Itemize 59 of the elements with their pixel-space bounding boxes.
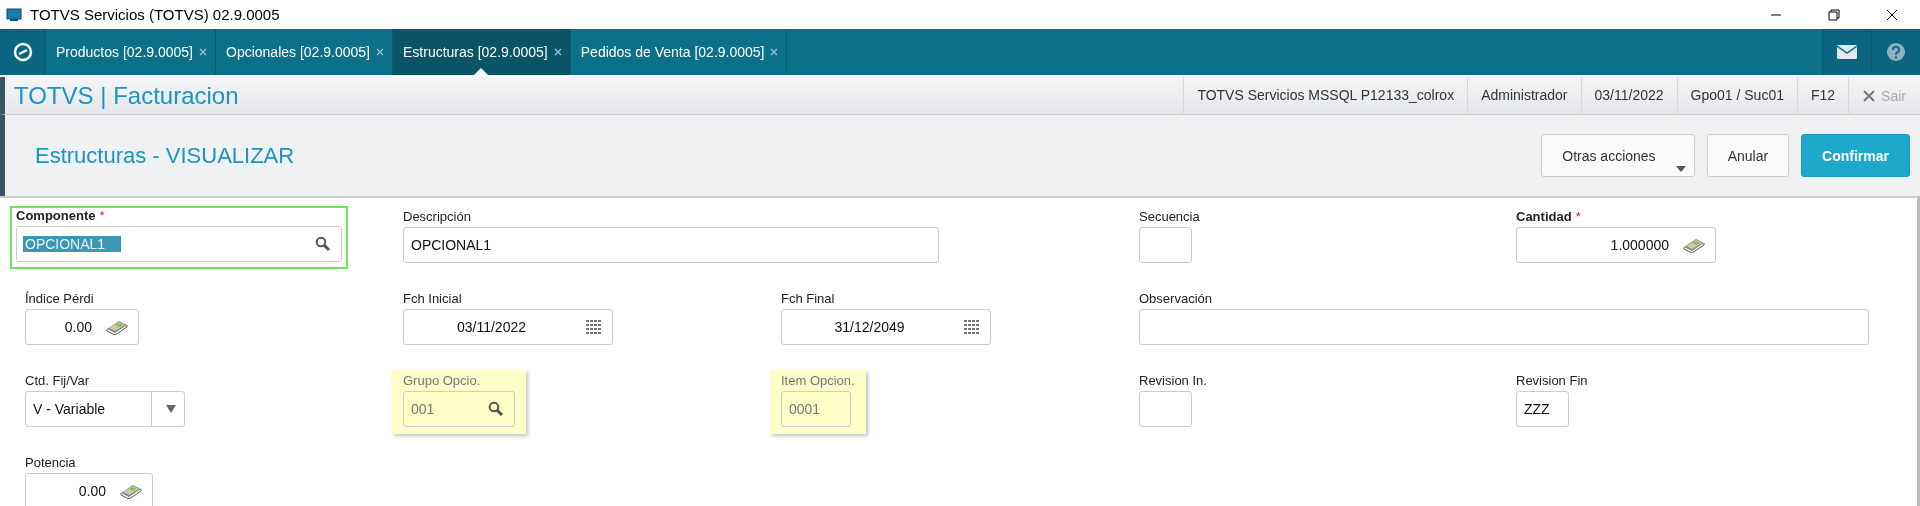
calendar-icon[interactable] <box>964 320 980 334</box>
input-field[interactable]: 0.00 <box>25 309 139 345</box>
input-field[interactable]: ZZZ <box>1516 391 1569 427</box>
action-button[interactable]: Otras acciones <box>1541 134 1695 177</box>
search-icon[interactable] <box>488 401 504 417</box>
app-icon <box>6 6 22 23</box>
money-icon[interactable] <box>1683 237 1705 253</box>
field-label: Item Opcion. <box>781 373 855 388</box>
field-label: Fch Inicial <box>403 291 462 306</box>
header-info: F12 <box>1796 77 1849 114</box>
input-field[interactable]: 03/11/2022 <box>403 309 613 345</box>
required-mark: * <box>99 208 105 223</box>
input-field[interactable]: 0.00 <box>25 473 153 506</box>
page-title: Estructuras - VISUALIZAR <box>34 142 295 169</box>
pointer-icon <box>474 68 489 75</box>
field-label: Revision Fin <box>1516 373 1588 388</box>
field-label: Ctd. Fij/Var <box>25 373 90 388</box>
input-field[interactable] <box>1139 227 1192 263</box>
input-field[interactable] <box>1139 309 1869 345</box>
input-field[interactable]: OPCIONAL1 <box>403 227 939 263</box>
required-mark: * <box>1575 209 1581 224</box>
money-icon[interactable] <box>106 319 128 335</box>
field-label: Potencia <box>25 455 76 470</box>
close-icon <box>1863 89 1876 102</box>
field-label: Fch Final <box>781 291 835 306</box>
app-brand: TOTVS | Facturacion <box>13 81 239 110</box>
tab[interactable]: Estructuras [02.9.0005] <box>393 29 571 75</box>
input-field[interactable] <box>1139 391 1192 427</box>
window-title: TOTVS Servicios (TOTVS) 02.9.0005 <box>30 6 280 23</box>
field-label: Revision In. <box>1139 373 1207 388</box>
logo-icon[interactable] <box>12 42 33 62</box>
tab[interactable]: Pedidos de Venta [02.9.0005] <box>570 29 788 75</box>
close-icon[interactable] <box>1886 8 1898 21</box>
search-icon[interactable] <box>315 236 331 252</box>
calendar-icon[interactable] <box>586 320 602 334</box>
header-info: Administrador <box>1467 77 1581 114</box>
tab[interactable]: Productos [02.9.0005] <box>46 29 216 75</box>
money-icon[interactable] <box>120 483 142 499</box>
field-label: Descripción <box>403 209 471 224</box>
header-info: TOTVS Servicios MSSQL P12133_colrox <box>1183 77 1468 114</box>
caret-icon <box>1675 166 1686 172</box>
input-field[interactable]: 0001 <box>781 391 851 427</box>
header-info: Gpo01 / Suc01 <box>1676 77 1797 114</box>
field-label: Grupo Opcio. <box>403 373 481 388</box>
help-icon[interactable] <box>1886 42 1906 62</box>
header-info: 03/11/2022 <box>1580 77 1677 114</box>
input-field[interactable]: 1.000000 <box>1516 227 1716 263</box>
input-field[interactable]: 31/12/2049 <box>781 309 991 345</box>
input-field[interactable]: V - Variable <box>25 391 185 427</box>
dropdown-icon[interactable] <box>166 405 176 413</box>
field-label: Cantidad <box>1516 209 1572 224</box>
input-field[interactable]: 001 <box>403 391 515 427</box>
mail-icon[interactable] <box>1837 45 1857 59</box>
field-label: Observación <box>1139 291 1212 306</box>
field-label: Secuencia <box>1139 209 1200 224</box>
field-label: Índice Pérdi <box>25 291 94 306</box>
action-button[interactable]: Anular <box>1706 134 1790 177</box>
restore-icon[interactable] <box>1828 8 1840 21</box>
field-label: Componente <box>16 208 96 223</box>
